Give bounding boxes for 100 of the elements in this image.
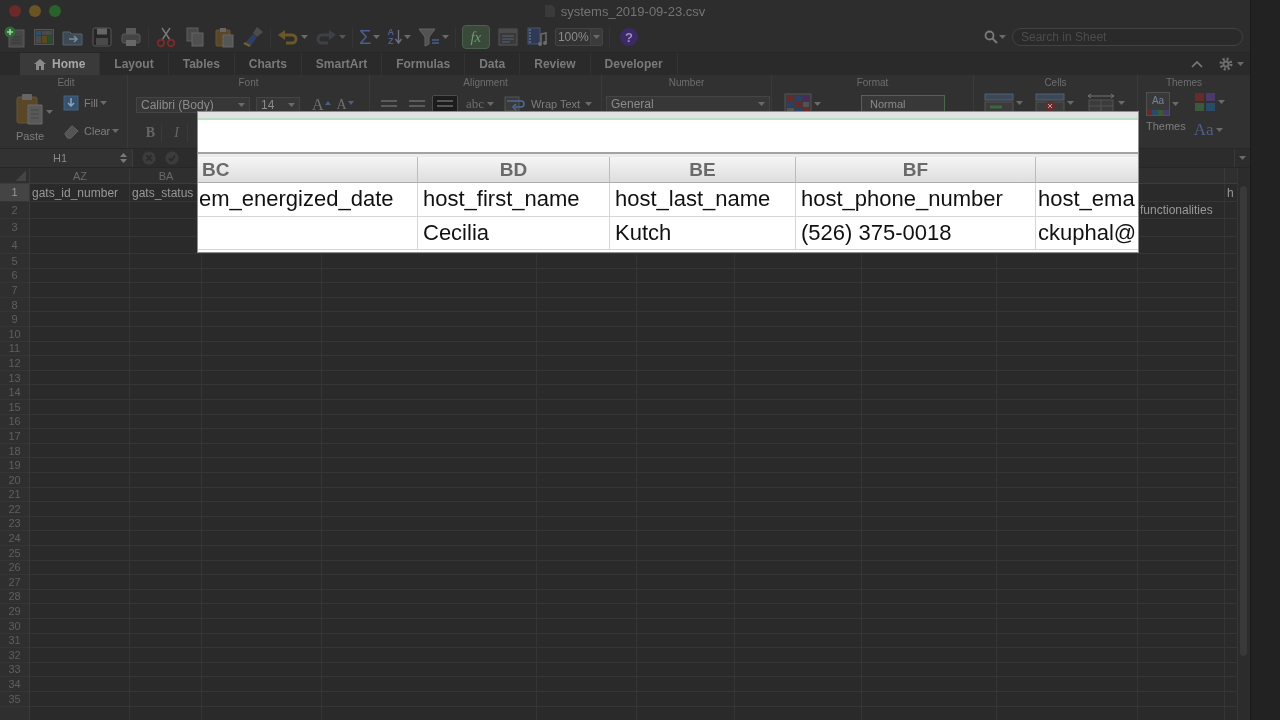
caret-icon[interactable]: [1237, 62, 1244, 66]
text-orientation-button[interactable]: abc: [466, 95, 495, 113]
window-title: systems_2019-09-23.csv: [560, 3, 706, 19]
down-arrow-icon: [394, 29, 402, 45]
themes-button[interactable]: Themes: [1146, 120, 1186, 132]
caret-icon[interactable]: [814, 102, 821, 106]
caret-icon[interactable]: [1067, 101, 1074, 105]
wrap-text-button[interactable]: Wrap Text: [504, 96, 593, 112]
table-rows-icon[interactable]: [984, 93, 1014, 113]
settings-icon[interactable]: [1219, 57, 1233, 71]
group-label: Format: [855, 76, 890, 90]
group-label: Edit: [56, 76, 76, 90]
table-cell: (526) 375-0018: [796, 216, 1036, 250]
caret-icon[interactable]: [373, 35, 381, 39]
clipboard-icon[interactable]: [213, 26, 235, 48]
print-icon[interactable]: [120, 26, 142, 48]
shrink-font-button[interactable]: A: [336, 96, 354, 114]
group-label: Font: [237, 76, 260, 90]
scissors-icon[interactable]: [155, 26, 177, 48]
caret-icon: [592, 35, 600, 39]
vertical-scrollbar[interactable]: [1237, 168, 1250, 720]
number-format-dropdown[interactable]: General: [606, 96, 770, 112]
column-header: BD: [418, 157, 610, 183]
paintbrush-icon[interactable]: [242, 26, 264, 48]
copy-icon[interactable]: [184, 26, 206, 48]
table-cell: host_last_name: [610, 183, 796, 217]
tile-grid-icon[interactable]: [33, 26, 55, 48]
clipboard-icon: [15, 92, 45, 126]
minimize-icon[interactable]: [29, 5, 41, 17]
film-music-icon[interactable]: [525, 26, 548, 48]
triangle-down-icon: [347, 101, 354, 105]
grow-font-button[interactable]: A: [312, 96, 331, 114]
align-lines-icon: [409, 100, 425, 108]
wrap-text-icon: [504, 95, 527, 113]
caret-icon: [288, 103, 295, 107]
caret-icon[interactable]: [46, 110, 53, 114]
table-cell: Kutch: [610, 216, 796, 250]
window-list-icon[interactable]: [496, 26, 519, 48]
ribbon-tab[interactable]: Home: [20, 53, 101, 75]
caret-icon[interactable]: [1016, 101, 1023, 105]
caret-icon[interactable]: [301, 35, 308, 39]
caret-icon[interactable]: [112, 129, 120, 133]
save-icon[interactable]: [91, 26, 113, 48]
formula-builder-button[interactable]: fx: [461, 25, 490, 49]
caret-icon: [487, 102, 495, 106]
table-cell-text: functionalities: [1139, 202, 1214, 219]
table-cell: host_first_name: [418, 183, 610, 217]
caret-icon[interactable]: [339, 35, 346, 39]
caret-icon: [238, 103, 245, 107]
close-icon[interactable]: [9, 5, 21, 17]
caret-icon: [585, 102, 593, 106]
align-lines-icon: [437, 100, 453, 108]
chevron-up-icon[interactable]: [1191, 60, 1203, 68]
align-lines-icon: [381, 100, 397, 108]
table-delete-icon[interactable]: [1035, 93, 1065, 113]
autosum-button[interactable]: Σ: [359, 26, 372, 48]
theme-preview: Aa: [1146, 92, 1170, 116]
eraser-icon: [63, 123, 79, 139]
triangle-up-icon: [324, 101, 331, 105]
row-number[interactable]: 1: [0, 184, 29, 201]
clear-button[interactable]: Clear: [63, 123, 111, 139]
color-squares-icon[interactable]: [1193, 92, 1216, 112]
funnel-icon[interactable]: [417, 26, 440, 48]
caret-icon[interactable]: [1217, 100, 1225, 104]
home-icon: [34, 58, 46, 70]
theme-fonts-button[interactable]: Aa: [1193, 120, 1214, 140]
group-label: Cells: [1043, 76, 1068, 90]
down-arrow-box-icon: [63, 95, 79, 111]
caret-icon[interactable]: [441, 35, 449, 39]
table-cell: em_energized_date: [198, 183, 418, 217]
stepper-icon: [120, 152, 127, 164]
column-header[interactable]: AZ: [30, 168, 130, 183]
maximize-icon[interactable]: [49, 5, 61, 17]
fill-button[interactable]: Fill: [63, 95, 99, 111]
column-header: BE: [610, 157, 796, 183]
table-cell-text: h: [1226, 184, 1235, 202]
font-name-dropdown[interactable]: Calibri (Body): [136, 97, 250, 113]
column-header: BC: [198, 157, 418, 183]
caret-icon[interactable]: [1172, 102, 1179, 106]
caret-icon: [1239, 156, 1246, 160]
caret-icon[interactable]: [999, 35, 1006, 39]
caret-icon[interactable]: [403, 35, 411, 39]
table-cell: host_phone_number: [796, 183, 1036, 217]
table-cell-text: gats_status: [131, 184, 195, 202]
group-label: Number: [667, 76, 706, 90]
column-header: BF: [796, 157, 1036, 183]
name-box[interactable]: H1: [0, 149, 133, 167]
paste-button[interactable]: Paste: [15, 92, 45, 142]
sort-button[interactable]: A Z: [387, 26, 402, 48]
group-label: Themes: [1164, 76, 1204, 90]
table-cell: host_ema: [1036, 183, 1138, 217]
zoom-dropdown[interactable]: 100%: [554, 28, 603, 46]
caret-icon[interactable]: [1118, 101, 1125, 105]
caret-icon[interactable]: [1215, 128, 1223, 132]
table-cell: ckuphal@: [1036, 216, 1138, 250]
search-icon[interactable]: [984, 30, 998, 44]
caret-icon[interactable]: [100, 101, 108, 105]
document-plus-icon[interactable]: [4, 26, 26, 48]
help-button[interactable]: ?: [619, 28, 638, 46]
group-label: Alignment: [462, 76, 509, 90]
